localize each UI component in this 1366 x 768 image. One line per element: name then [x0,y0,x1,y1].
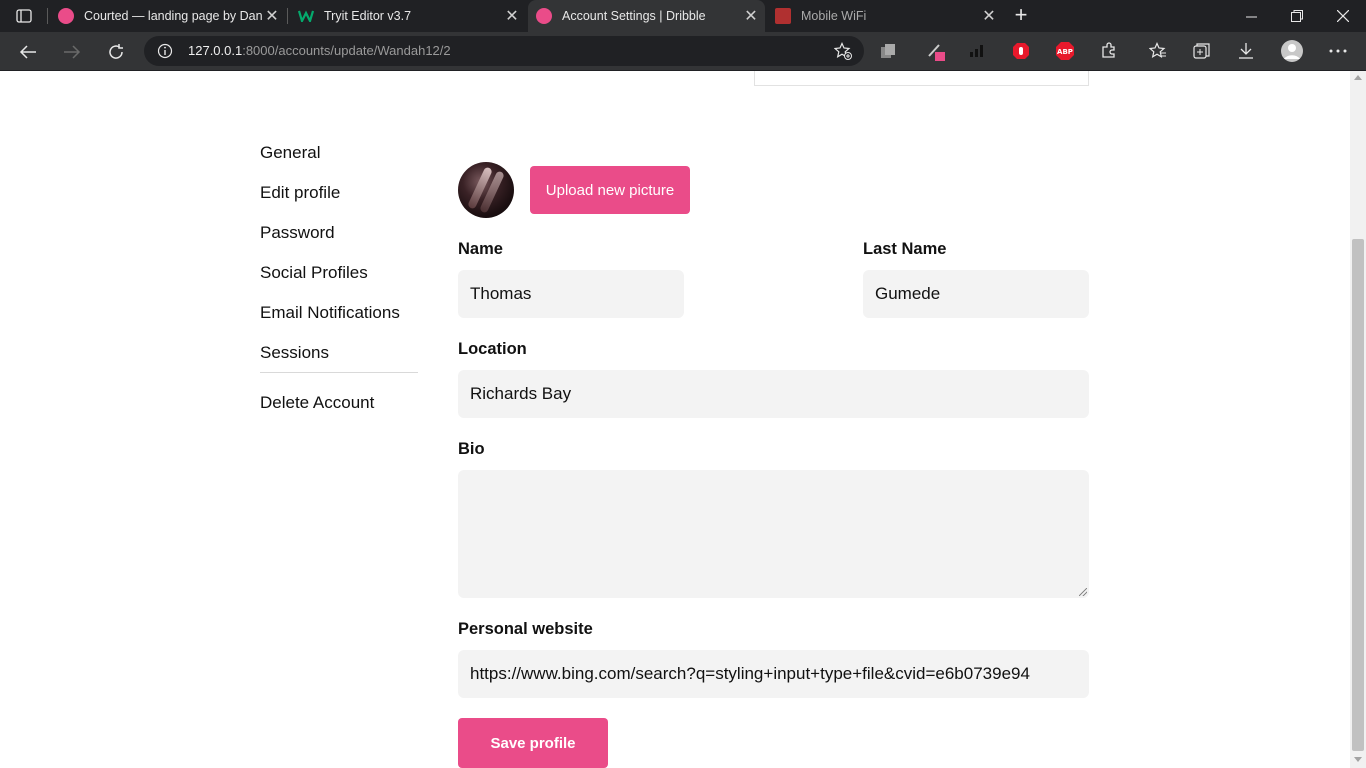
upload-picture-button[interactable]: Upload new picture [530,166,690,214]
browser-toolbar: 127.0.0.1:8000/accounts/update/Wandah12/… [0,32,1366,71]
previous-section-box [754,71,1089,86]
tab-actions-icon[interactable] [11,6,37,26]
url-host: 127.0.0.1 [188,43,243,58]
last-name-label: Last Name [863,240,947,258]
w3schools-icon [298,8,314,24]
avatar [458,162,514,218]
location-input[interactable]: Richards Bay [458,370,1089,418]
tab-mobile-wifi[interactable]: Mobile WiFi ✕ [767,0,1003,32]
close-tab-icon[interactable]: ✕ [741,6,761,26]
new-tab-icon[interactable]: + [1011,4,1031,26]
refresh-icon[interactable] [103,39,129,65]
minimize-icon[interactable] [1228,0,1274,32]
svg-text:ABP: ABP [1057,48,1073,56]
collections-icon[interactable] [1192,41,1212,61]
sidebar-item-general[interactable]: General [260,141,420,181]
collections-copy-icon[interactable] [878,41,898,61]
adblock-plus-icon[interactable]: ABP [1055,41,1075,61]
close-tab-icon[interactable]: ✕ [979,6,999,26]
more-options-icon[interactable] [1328,41,1348,61]
address-bar[interactable]: 127.0.0.1:8000/accounts/update/Wandah12/… [144,36,864,66]
back-icon[interactable] [15,39,41,65]
page-content: General Edit profile Password Social Pro… [0,71,1350,768]
sidebar-divider [260,372,418,373]
tab-title: Mobile WiFi [801,9,867,23]
sidebar-item-email-notifications[interactable]: Email Notifications [260,301,420,341]
forward-icon[interactable] [59,39,85,65]
sidebar-item-sessions[interactable]: Sessions [260,341,420,381]
tab-courted[interactable]: Courted — landing page by Dan ✕ [50,0,286,32]
save-profile-button[interactable]: Save profile [458,718,608,768]
last-name-input[interactable]: Gumede [863,270,1089,318]
analytics-extension-icon[interactable] [967,41,987,61]
restore-icon[interactable] [1274,0,1320,32]
sidebar-item-delete-account[interactable]: Delete Account [260,391,420,431]
page-scrollbar[interactable] [1350,71,1366,768]
settings-sidebar: General Edit profile Password Social Pro… [260,141,420,431]
bio-textarea[interactable] [458,470,1089,598]
website-input[interactable]: https://www.bing.com/search?q=styling+in… [458,650,1089,698]
tab-tryit[interactable]: Tryit Editor v3.7 ✕ [290,0,526,32]
site-info-icon[interactable] [157,43,173,59]
sidebar-item-social-profiles[interactable]: Social Profiles [260,261,420,301]
add-favorite-icon[interactable] [833,42,852,60]
profile-avatar-icon[interactable] [1280,39,1304,63]
scroll-up-icon[interactable] [1354,75,1362,80]
name-input[interactable]: Thomas [458,270,684,318]
website-label: Personal website [458,620,593,638]
scrollbar-thumb[interactable] [1352,239,1364,751]
sidebar-item-edit-profile[interactable]: Edit profile [260,181,420,221]
name-label: Name [458,240,503,258]
close-tab-icon[interactable]: ✕ [262,6,282,26]
adblock-hand-icon[interactable] [1011,41,1031,61]
color-picker-extension-icon[interactable] [926,41,946,61]
url-path: :8000/accounts/update/Wandah12/2 [242,43,451,58]
url-text: 127.0.0.1:8000/accounts/update/Wandah12/… [188,43,451,58]
location-label: Location [458,340,527,358]
dribbble-icon [58,8,74,24]
downloads-icon[interactable] [1236,41,1256,61]
close-window-icon[interactable] [1320,0,1366,32]
resize-handle-icon[interactable] [1079,588,1087,596]
favorites-icon[interactable] [1148,41,1168,61]
close-tab-icon[interactable]: ✕ [502,6,522,26]
tab-title: Courted — landing page by Dan [84,9,262,23]
dribbble-icon [536,8,552,24]
bio-label: Bio [458,440,485,458]
tab-title: Account Settings | Dribble [562,9,706,23]
tab-separator [287,8,288,24]
tab-title: Tryit Editor v3.7 [324,9,412,23]
tab-bar: Courted — landing page by Dan ✕ Tryit Ed… [0,0,1366,32]
sidebar-item-password[interactable]: Password [260,221,420,261]
tab-account-settings[interactable]: Account Settings | Dribble ✕ [528,0,765,32]
huawei-icon [775,8,791,24]
tab-separator [47,8,48,24]
extensions-icon[interactable] [1099,41,1119,61]
scroll-down-icon[interactable] [1354,757,1362,762]
website-input-text: https://www.bing.com/search?q=styling+in… [470,664,1030,683]
